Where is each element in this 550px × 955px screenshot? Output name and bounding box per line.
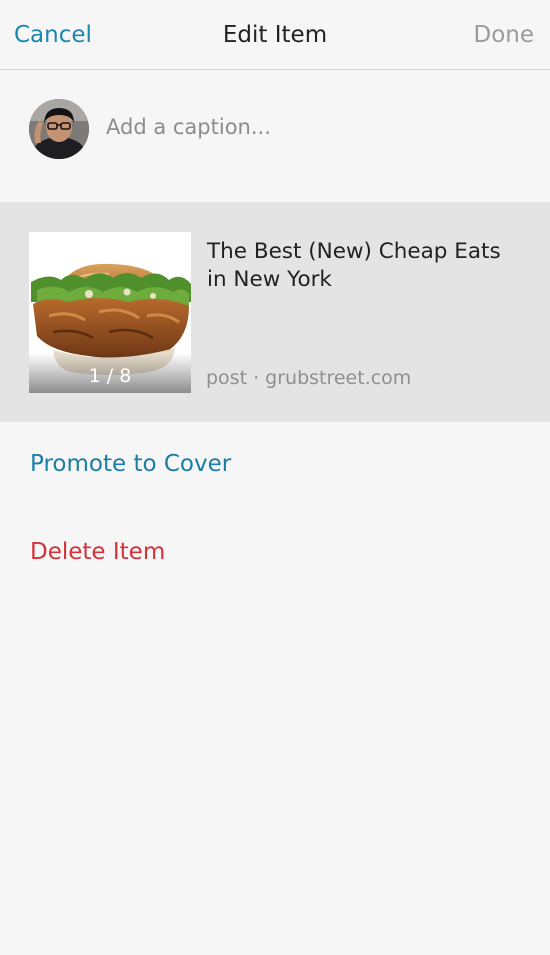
item-source: post · grubstreet.com bbox=[206, 367, 412, 389]
page-title: Edit Item bbox=[222, 22, 328, 48]
caption-input[interactable] bbox=[106, 110, 526, 144]
user-photo-icon bbox=[29, 99, 89, 159]
image-counter: 1 / 8 bbox=[88, 365, 132, 387]
promote-to-cover-button[interactable]: Promote to Cover bbox=[30, 451, 231, 477]
item-card[interactable]: 1 / 8 The Best (New) Cheap Eats in New Y… bbox=[0, 202, 550, 422]
item-thumbnail: 1 / 8 bbox=[29, 232, 191, 393]
item-title: The Best (New) Cheap Eats in New York bbox=[207, 239, 501, 292]
caption-row bbox=[0, 70, 550, 202]
avatar bbox=[29, 99, 89, 159]
delete-item-button[interactable]: Delete Item bbox=[30, 539, 165, 565]
edit-item-screen: Cancel Edit Item Done Add a caption... 1… bbox=[0, 0, 550, 955]
done-button[interactable]: Done bbox=[473, 22, 534, 48]
navigation-bar: Cancel Edit Item Done bbox=[0, 0, 550, 70]
